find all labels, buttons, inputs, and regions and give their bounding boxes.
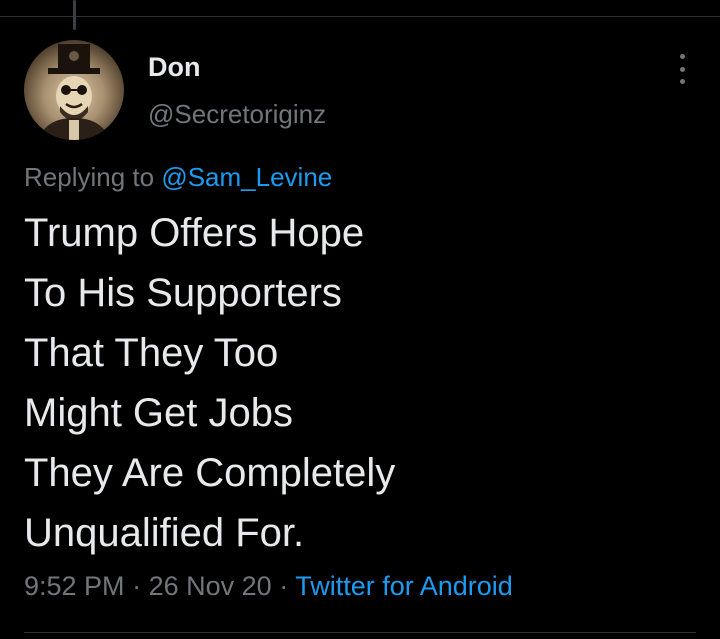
tweet-text-line: They Are Completely — [24, 451, 396, 495]
tweet-text: Trump Offers Hope To His Supporters That… — [24, 203, 684, 563]
tweet-text-line: Trump Offers Hope — [24, 211, 365, 255]
tweet-text-line: To His Supporters — [24, 271, 342, 315]
tweet-source-link[interactable]: Twitter for Android — [295, 571, 513, 601]
tweet-time[interactable]: 9:52 PM — [24, 571, 125, 601]
thread-connector-line — [73, 0, 76, 30]
tweet-meta: 9:52 PM · 26 Nov 20 · Twitter for Androi… — [24, 571, 513, 602]
tweet-text-line: Unqualified For. — [24, 511, 305, 555]
reply-mention-link[interactable]: @Sam_Levine — [161, 162, 332, 192]
tweet-text-line: Might Get Jobs — [24, 391, 294, 435]
tweet-text-line: That They Too — [24, 331, 279, 375]
reply-prefix: Replying to — [24, 162, 155, 192]
meta-separator: · — [279, 571, 289, 601]
tweet-date[interactable]: 26 Nov 20 — [149, 571, 272, 601]
meta-separator: · — [132, 571, 142, 601]
more-vertical-icon-dot-3 — [679, 79, 685, 84]
top-divider — [0, 16, 720, 17]
more-vertical-icon-dot-2 — [679, 66, 685, 72]
avatar[interactable] — [24, 40, 124, 140]
user-avatar-icon — [38, 44, 110, 140]
more-options-button[interactable] — [668, 54, 696, 84]
more-vertical-icon — [679, 54, 685, 59]
reply-context: Replying to @Sam_Levine — [24, 162, 332, 193]
author-handle[interactable]: @Secretoriginz — [148, 99, 326, 130]
bottom-divider — [24, 632, 696, 633]
author-name[interactable]: Don — [148, 52, 200, 83]
